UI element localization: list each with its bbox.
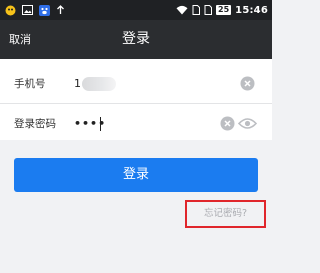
wifi-icon	[176, 5, 188, 15]
login-form: 手机号 1 登录密码 ••••	[0, 59, 272, 140]
upload-arrow-icon	[57, 5, 64, 14]
baidu-icon	[39, 4, 50, 16]
status-bar-right: 25 15:46	[176, 5, 268, 16]
clear-password-icon[interactable]	[220, 116, 235, 131]
status-bar: 25 15:46	[0, 0, 272, 20]
password-label: 登录密码	[14, 118, 56, 130]
password-input[interactable]: ••••	[74, 114, 114, 134]
text-cursor	[100, 117, 101, 131]
phone-label: 手机号	[14, 78, 46, 90]
show-password-eye-icon[interactable]	[238, 117, 257, 130]
app-icon	[5, 5, 16, 15]
image-icon	[22, 5, 33, 15]
phone-row: 手机号 1	[0, 64, 272, 104]
page-title: 登录	[122, 31, 150, 47]
status-bar-left	[5, 4, 65, 16]
sim-icon	[204, 5, 213, 15]
login-button[interactable]: 登录	[14, 158, 258, 192]
battery-icon: 25	[216, 5, 232, 15]
clock: 15:46	[235, 4, 268, 16]
clear-phone-icon[interactable]	[240, 76, 255, 91]
forgot-password-link[interactable]: 忘记密码?	[185, 200, 266, 228]
blurred-phone-number	[82, 77, 116, 91]
password-row: 登录密码 ••••	[0, 104, 272, 144]
cancel-button[interactable]: 取消	[9, 20, 31, 59]
title-bar: 登录 取消	[0, 20, 272, 59]
sim-icon	[192, 5, 201, 15]
